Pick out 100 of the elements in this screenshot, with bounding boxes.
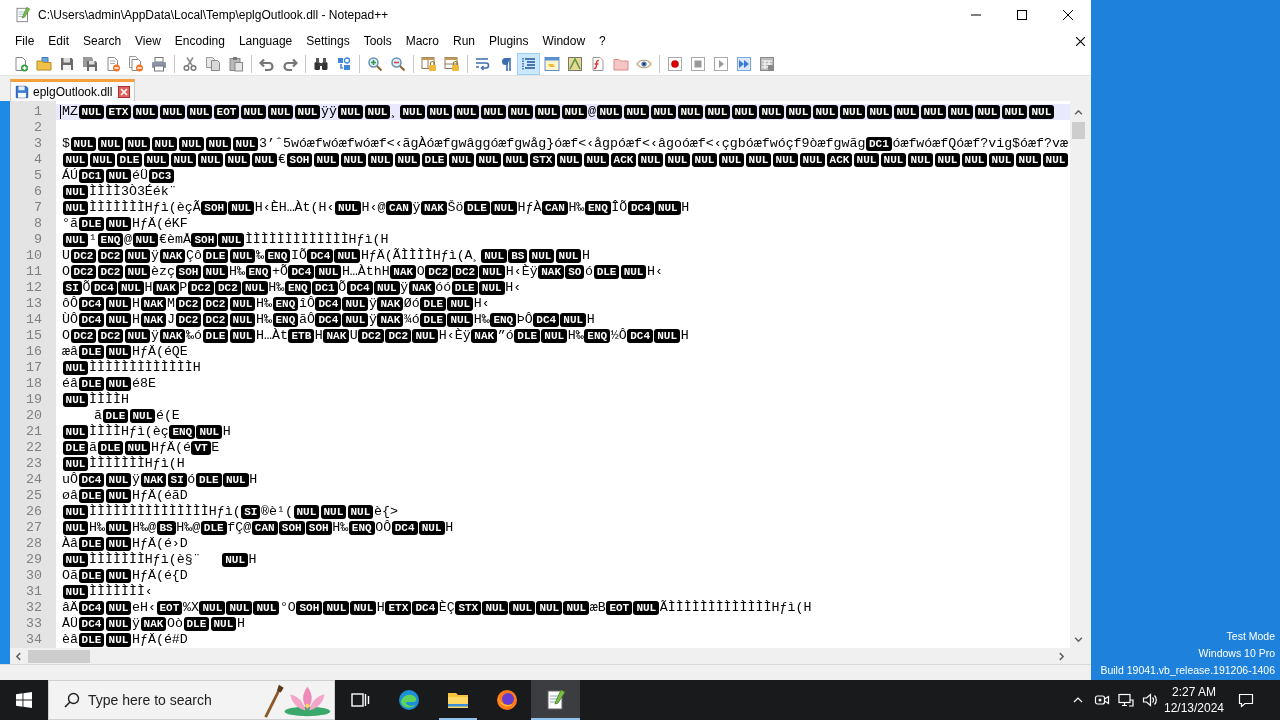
menu-item[interactable]: Run	[446, 34, 483, 48]
scrollbar-thumb[interactable]	[1072, 122, 1085, 139]
control-char-badge: DC4	[78, 313, 105, 327]
network-monitor-icon[interactable]	[1118, 692, 1134, 708]
control-char-badge: SOH	[296, 601, 323, 615]
code-text: óæfwóæfQóæf?vig$óæf?væ	[892, 136, 1068, 151]
close-icon[interactable]	[1063, 10, 1073, 20]
control-char-badge: DC4	[627, 329, 654, 343]
control-char-badge: NUL	[785, 105, 812, 119]
menu-item[interactable]: File	[8, 34, 42, 48]
code-text: uÔ	[62, 472, 78, 487]
clock-date[interactable]: 12/13/2024	[1163, 700, 1225, 716]
chevron-up-icon[interactable]	[1073, 697, 1083, 703]
control-char-badge: DC2	[70, 329, 97, 343]
close-icon[interactable]	[1076, 36, 1085, 46]
close-icon[interactable]	[118, 85, 131, 98]
open-folder-icon	[35, 55, 52, 72]
code-text: ÌÌÌÌÌÌÌÌÌÌÌÌÌHƒì(H	[244, 232, 389, 247]
control-char-badge: NUL	[623, 105, 650, 119]
control-char-badge: NUL	[117, 281, 144, 295]
windows-logo-icon[interactable]	[16, 692, 32, 708]
control-char-badge: NUL	[178, 137, 205, 151]
code-text: 3’ˆ5wóæfwóæfwóæf<‹ãgÀóæfgwâggóæfgwåg}óæf<‹ågpóæf<‹âgoóæf<‹çgbóæfwóçf9òæfgwãg	[259, 136, 866, 151]
control-char-badge: NAK	[377, 297, 404, 311]
code-text: H‹	[473, 296, 490, 311]
control-char-badge: NUL	[229, 249, 256, 263]
control-char-badge: DLE	[420, 313, 447, 327]
control-char-badge: NUL	[320, 505, 347, 519]
menu-item[interactable]: Macro	[398, 34, 446, 48]
menu-item[interactable]: Encoding	[167, 34, 232, 48]
edition-notice-text: Test Mode	[1226, 629, 1275, 644]
menu-item[interactable]: Settings	[299, 34, 357, 48]
code-text: H‰	[255, 312, 272, 327]
control-char-badge: SI	[62, 281, 82, 295]
notepad-icon	[14, 6, 32, 24]
menu-item[interactable]: Tools	[356, 34, 399, 48]
line-number: 28	[25, 536, 43, 552]
control-char-badge: DC2	[175, 313, 202, 327]
maximize-icon[interactable]	[1017, 10, 1027, 20]
control-char-badge: NUL	[105, 537, 132, 551]
word-wrap-icon	[474, 55, 491, 72]
control-char-badge: NAK	[421, 201, 447, 215]
code-text: H‹@	[361, 200, 386, 215]
floppy-disks-icon	[81, 55, 98, 72]
menu-item[interactable]: Search	[76, 34, 129, 48]
notification-icon[interactable]	[1238, 692, 1254, 708]
control-char-badge: NUL	[447, 297, 474, 311]
control-char-badge: NUL	[197, 153, 224, 167]
menu-item[interactable]: Edit	[41, 34, 77, 48]
control-char-badge: NUL	[228, 201, 255, 215]
control-char-badge: NUL	[226, 601, 253, 615]
code-text: éÜ	[131, 168, 148, 183]
control-char-badge: NUL	[347, 505, 374, 519]
indent-guide-button[interactable]	[517, 52, 540, 75]
menu-item[interactable]: Window	[535, 34, 593, 48]
control-char-badge: ETX	[105, 105, 132, 119]
search-icon	[64, 692, 80, 708]
code-text: P	[179, 280, 188, 295]
control-char-badge: NUL	[229, 313, 256, 327]
control-char-badge: EOT	[606, 601, 633, 615]
control-char-badge: NUL	[974, 105, 1001, 119]
code-text: ÅÜ	[62, 616, 78, 631]
control-char-badge: DC4	[315, 297, 342, 311]
line-number: 27	[25, 520, 43, 536]
control-char-badge: DC2	[214, 281, 241, 295]
code-text: €	[278, 152, 286, 167]
control-char-badge: NAK	[390, 265, 417, 279]
scrollbar-thumb[interactable]	[28, 649, 90, 663]
taskbar-button[interactable]	[531, 680, 580, 720]
menu-item[interactable]: Plugins	[482, 34, 536, 48]
chevron-left-icon[interactable]	[14, 651, 23, 661]
chevron-down-icon[interactable]	[1074, 635, 1083, 644]
menu-item[interactable]: ?	[592, 34, 613, 48]
code-text: ã	[89, 440, 97, 455]
control-char-badge: NUL	[105, 169, 132, 183]
fox-globe-icon	[494, 688, 519, 712]
menu-item[interactable]: Language	[231, 34, 300, 48]
control-char-badge: NUL	[159, 105, 186, 119]
code-text: °O	[279, 600, 296, 615]
code-text: HƒÄ(é	[151, 440, 191, 455]
control-char-badge: DLE	[78, 377, 105, 391]
control-char-badge: NUL	[342, 297, 369, 311]
control-char-badge: NUL	[62, 201, 89, 215]
horizontal-scrollbar[interactable]	[10, 648, 1070, 664]
control-char-badge: NUL	[232, 137, 259, 151]
clock-time[interactable]: 2:27 AM	[1172, 684, 1216, 700]
menu-item[interactable]: View	[128, 34, 168, 48]
code-text: O	[62, 328, 70, 343]
code-text: ¸	[390, 104, 399, 119]
video-camera-icon[interactable]	[1094, 692, 1110, 708]
task-view-icon[interactable]	[349, 690, 370, 710]
control-char-badge: NUL	[718, 153, 745, 167]
speaker-icon[interactable]	[1142, 692, 1158, 708]
taskbar-search-bar[interactable]: Type here to search	[48, 680, 335, 720]
search-field[interactable]: Type here to search	[88, 692, 258, 708]
chevron-right-icon[interactable]	[1057, 651, 1066, 661]
file-tab[interactable]: eplgOutlook.dll	[10, 79, 136, 101]
code-text: J	[166, 312, 175, 327]
code-text: H	[586, 312, 595, 327]
code-text: H‰	[268, 280, 285, 295]
